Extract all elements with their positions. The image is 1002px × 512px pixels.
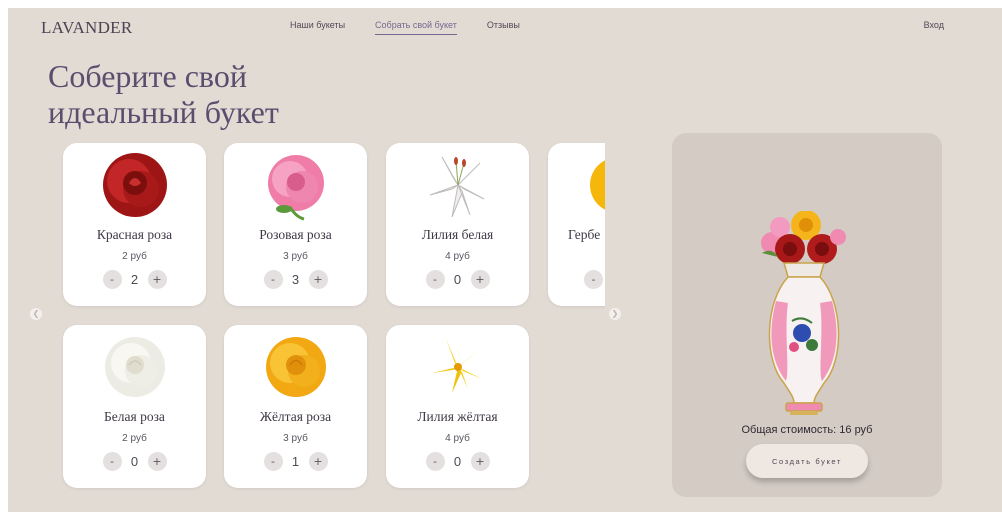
flower-name: Гербе	[568, 227, 601, 242]
chevron-left-icon[interactable]: ❮	[30, 308, 42, 320]
page-title-line1: Соберите свой	[48, 58, 247, 94]
white-rose-icon	[63, 331, 206, 403]
flower-card: Розовая роза 3 руб - 3 +	[224, 143, 367, 306]
increase-button[interactable]: +	[308, 270, 328, 289]
flower-name: Лилия жёлтая	[417, 409, 498, 424]
flower-price: 2 руб	[122, 433, 147, 444]
quantity-stepper: - 2 +	[63, 270, 206, 289]
decrease-button[interactable]: -	[263, 452, 283, 471]
increase-button[interactable]: +	[147, 270, 167, 289]
logo[interactable]: LAVANDER	[41, 18, 133, 38]
bouquet-preview: Общая стоимость: 16 руб Создать букет	[672, 133, 942, 497]
flower-price: 4 руб	[445, 251, 470, 262]
quantity-value: 0	[130, 454, 139, 469]
flower-card: Белая роза 2 руб - 0 +	[63, 325, 206, 488]
quantity-value: 0	[453, 454, 462, 469]
red-rose-icon	[63, 149, 206, 221]
nav-build-bouquet[interactable]: Собрать свой букет	[375, 20, 457, 35]
flower-name: Красная роза	[96, 227, 173, 242]
flower-card: Гербе -	[548, 143, 605, 306]
quantity-value: 3	[291, 272, 300, 287]
quantity-stepper: - 3 +	[224, 270, 367, 289]
page-title: Соберите свой идеальный букет	[48, 58, 279, 130]
chevron-right-icon[interactable]: ❯	[609, 308, 621, 320]
gerbera-icon	[548, 149, 605, 221]
increase-button[interactable]: +	[470, 452, 490, 471]
total-price: Общая стоимость: 16 руб	[741, 424, 873, 436]
quantity-stepper: - 0 +	[386, 270, 529, 289]
flower-card: Лилия жёлтая 4 руб - 0 +	[386, 325, 529, 488]
increase-button[interactable]: +	[308, 452, 328, 471]
quantity-value: 0	[453, 272, 462, 287]
flower-price: 3 руб	[283, 433, 308, 444]
create-bouquet-button[interactable]: Создать букет	[746, 444, 868, 478]
decrease-button[interactable]: -	[425, 452, 445, 471]
decrease-button[interactable]: -	[102, 452, 122, 471]
bouquet-vase-icon	[754, 210, 854, 420]
nav-our-bouquets[interactable]: Наши букеты	[290, 20, 345, 35]
flower-price: 2 руб	[122, 251, 147, 262]
quantity-stepper: -	[548, 270, 605, 289]
flower-card: Красная роза 2 руб - 2 +	[63, 143, 206, 306]
login-link[interactable]: Вход	[924, 20, 944, 30]
decrease-button[interactable]: -	[425, 270, 445, 289]
flower-name: Жёлтая роза	[259, 409, 332, 424]
flower-price: 4 руб	[445, 433, 470, 444]
flower-card: Лилия белая 4 руб - 0 +	[386, 143, 529, 306]
flower-card: Жёлтая роза 3 руб - 1 +	[224, 325, 367, 488]
decrease-button[interactable]: -	[102, 270, 122, 289]
decrease-button[interactable]: -	[584, 270, 603, 289]
flower-name: Белая роза	[104, 409, 165, 424]
quantity-stepper: - 1 +	[224, 452, 367, 471]
quantity-value: 2	[130, 272, 139, 287]
nav-reviews[interactable]: Отзывы	[487, 20, 520, 35]
quantity-stepper: - 0 +	[386, 452, 529, 471]
decrease-button[interactable]: -	[263, 270, 283, 289]
flower-price: 3 руб	[283, 251, 308, 262]
yellow-rose-icon	[224, 331, 367, 403]
quantity-stepper: - 0 +	[63, 452, 206, 471]
increase-button[interactable]: +	[147, 452, 167, 471]
yellow-lily-icon	[386, 331, 529, 403]
page-title-line2: идеальный букет	[48, 94, 279, 130]
flower-name: Розовая роза	[259, 227, 332, 242]
page: LAVANDER Наши букеты Собрать свой букет …	[8, 8, 1002, 512]
main-nav: Наши букеты Собрать свой букет Отзывы	[290, 20, 520, 35]
flower-name: Лилия белая	[421, 227, 494, 242]
white-lily-icon	[386, 149, 529, 221]
pink-rose-icon	[224, 149, 367, 221]
increase-button[interactable]: +	[470, 270, 490, 289]
flower-catalog: Красная роза 2 руб - 2 + Розовая роза 3 …	[60, 138, 605, 498]
quantity-value: 1	[291, 454, 300, 469]
